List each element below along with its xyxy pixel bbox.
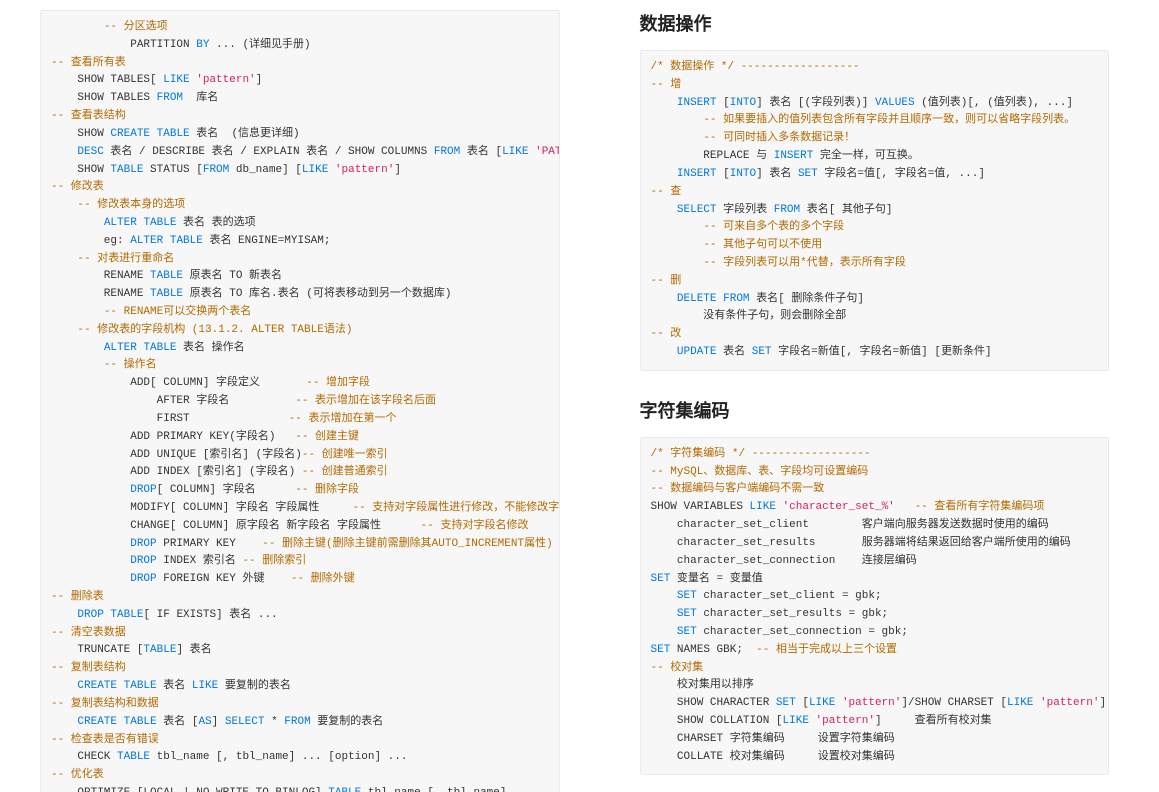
left-column: -- 分区选项 PARTITION BY ... (详细见手册) -- 查看所有… bbox=[0, 0, 580, 792]
heading-data-ops: 数据操作 bbox=[640, 10, 1110, 36]
code-block-tables: -- 分区选项 PARTITION BY ... (详细见手册) -- 查看所有… bbox=[40, 10, 560, 792]
heading-charset: 字符集编码 bbox=[640, 397, 1110, 423]
code-block-charset: /* 字符集编码 */ ------------------ -- MySQL、… bbox=[640, 437, 1110, 776]
code-block-data-ops: /* 数据操作 */ ------------------ -- 增 INSER… bbox=[640, 50, 1110, 371]
right-column: 数据操作 /* 数据操作 */ ------------------ -- 增 … bbox=[580, 0, 1159, 792]
